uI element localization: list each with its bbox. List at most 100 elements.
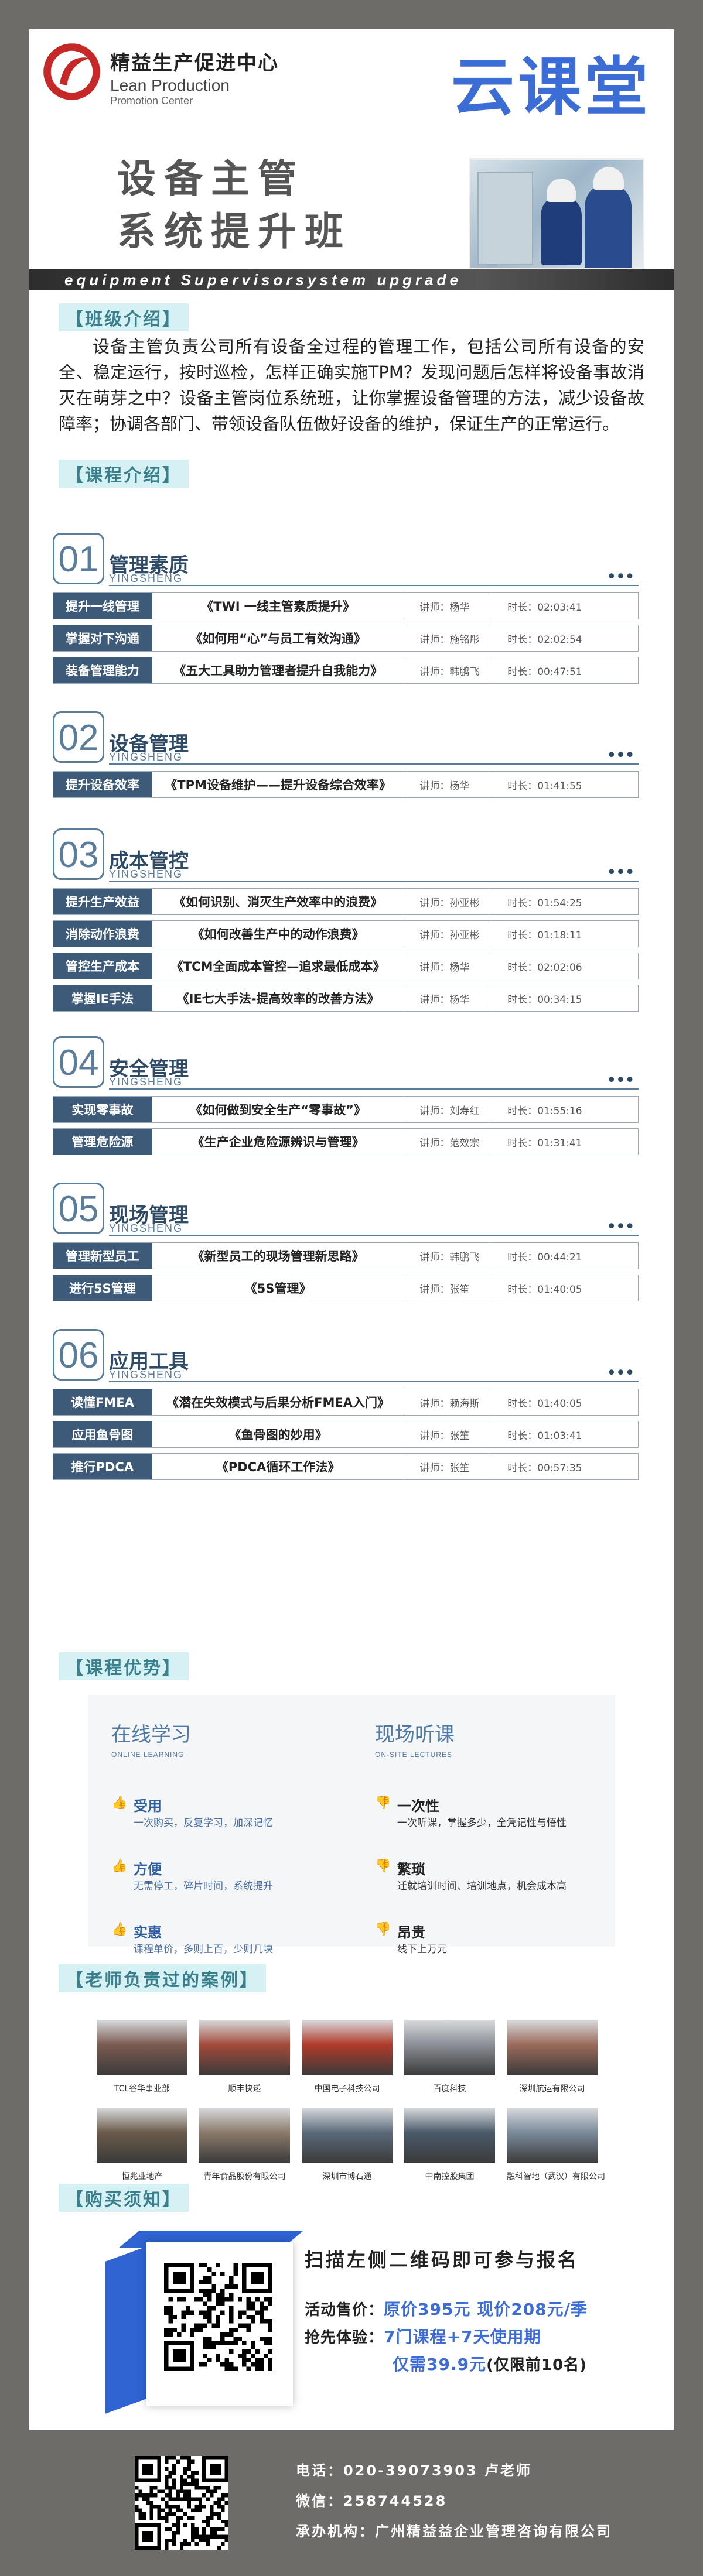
advantage-title: 受用	[134, 1798, 162, 1814]
course-teacher: 讲师：杨华	[404, 953, 492, 979]
course-tag: 管控生产成本	[53, 953, 152, 979]
case-photo	[404, 2020, 495, 2075]
course-teacher: 讲师：韩鹏飞	[404, 1243, 492, 1269]
course-row[interactable]: 读懂FMEA 《潜在失效模式与后果分析FMEA入门》 讲师：赖海斯 时长：01:…	[53, 1389, 639, 1416]
case-item: 顺丰快递	[199, 2020, 290, 2094]
advantages-tag: 【课程优势】	[59, 1652, 189, 1680]
course-tag: 读懂FMEA	[53, 1389, 152, 1415]
english-banner-text: equipment Supervisorsystem upgrade	[64, 271, 462, 289]
case-item: 青年食品股份有限公司	[199, 2108, 290, 2182]
course-name: 《TPM设备维护——提升设备综合效率》	[165, 778, 391, 792]
course-duration: 时长：00:47:51	[492, 657, 638, 683]
case-label: 中南控股集团	[425, 2172, 475, 2181]
hero-photo	[469, 158, 644, 269]
org-name-cn: 精益生产促进中心	[110, 52, 279, 75]
course-tag: 消除动作浪费	[53, 921, 152, 947]
online-column: 在线学习 ONLINE LEARNING 👍 受用 一次购买，反复学习，加深记忆…	[111, 1718, 334, 1955]
case-label: 深圳市博石通	[322, 2172, 372, 2181]
course-row[interactable]: 掌握对下沟通 《如何用“心”与员工有效沟通》 讲师：施铭彤 时长：02:02:5…	[53, 625, 639, 652]
contact-wechat: 微信：258744528	[296, 2493, 448, 2509]
course-name: 《TWI 一线主管素质提升》	[201, 600, 355, 614]
more-dots-icon: •••	[606, 1070, 635, 1091]
course-duration: 时长：01:31:41	[492, 1129, 638, 1155]
organizer: 承办机构：广州精益益企业管理咨询有限公司	[296, 2523, 612, 2540]
course-teacher: 讲师：施铭彤	[404, 625, 492, 651]
course-module: 05 现场管理 YINGSHENG ••• 管理新型员工 《新型员工的现场管理新…	[53, 1183, 639, 1307]
purchase-tag: 【购买须知】	[59, 2184, 189, 2212]
course-row[interactable]: 管理危险源 《生产企业危险源辨识与管理》 讲师：范效宗 时长：01:31:41	[53, 1128, 639, 1155]
advantage-desc: 一次听课，掌握多少，全凭记性与悟性	[397, 1817, 567, 1829]
advantage-desc: 一次购买，反复学习，加深记忆	[134, 1817, 273, 1829]
course-module: 04 安全管理 YINGSHENG ••• 实现零事故 《如何做到安全生产“零事…	[53, 1036, 639, 1160]
case-label: 青年食品股份有限公司	[203, 2172, 286, 2181]
course-teacher: 讲师：孙亚彬	[404, 921, 492, 947]
course-tag: 装备管理能力	[53, 657, 152, 683]
course-name: 《如何用“心”与员工有效沟通》	[190, 632, 366, 646]
course-teacher: 讲师：范效宗	[404, 1129, 492, 1155]
module-subtitle: YINGSHENG	[109, 868, 183, 880]
online-title: 在线学习	[111, 1723, 191, 1746]
course-teacher: 讲师：张笙	[404, 1421, 492, 1447]
course-tag: 提升生产效益	[53, 889, 152, 914]
advantage-desc: 课程单价，多则上百，少则几块	[134, 1944, 273, 1955]
module-subtitle: YINGSHENG	[109, 1076, 183, 1088]
course-teacher: 讲师：韩鹏飞	[404, 657, 492, 683]
course-teacher: 讲师：刘寿红	[404, 1097, 492, 1122]
intro-tag: 【班级介绍】	[59, 303, 189, 331]
course-row[interactable]: 提升生产效益 《如何识别、消灭生产效率中的浪费》 讲师：孙亚彬 时长：01:54…	[53, 888, 639, 915]
more-dots-icon: •••	[606, 567, 635, 587]
course-row[interactable]: 进行5S管理 《5S管理》 讲师：张笙 时长：01:40:05	[53, 1275, 639, 1301]
course-teacher: 讲师：杨华	[404, 772, 492, 797]
course-row[interactable]: 消除动作浪费 《如何改善生产中的动作浪费》 讲师：孙亚彬 时长：01:18:11	[53, 920, 639, 947]
course-name: 《新型员工的现场管理新思路》	[192, 1249, 364, 1263]
more-dots-icon: •••	[606, 745, 635, 766]
course-module: 03 成本管控 YINGSHENG ••• 提升生产效益 《如何识别、消灭生产效…	[53, 828, 639, 1017]
course-row[interactable]: 实现零事故 《如何做到安全生产“零事故”》 讲师：刘寿红 时长：01:55:16	[53, 1096, 639, 1123]
signup-qr-code[interactable]	[164, 2263, 272, 2371]
course-title-line1: 设备主管	[117, 156, 305, 201]
footer-qr-code[interactable]	[135, 2456, 228, 2550]
course-row[interactable]: 提升一线管理 《TWI 一线主管素质提升》 讲师：杨华 时长：02:03:41	[53, 592, 639, 619]
price-value: 原价395元 现价208元/季	[384, 2300, 588, 2319]
course-duration: 时长：00:57:35	[492, 1454, 638, 1479]
course-row[interactable]: 提升设备效率 《TPM设备维护——提升设备综合效率》 讲师：杨华 时长：01:4…	[53, 771, 639, 798]
course-row[interactable]: 管控生产成本 《TCM全面成本管控—追求最低成本》 讲师：杨华 时长：02:02…	[53, 953, 639, 979]
course-row[interactable]: 掌握IE手法 《IE七大手法-提高效率的改善方法》 讲师：杨华 时长：00:34…	[53, 985, 639, 1012]
course-tag: 提升一线管理	[53, 593, 152, 619]
online-title-en: ONLINE LEARNING	[111, 1751, 185, 1759]
case-item: 融科智地（武汉）有限公司	[507, 2108, 605, 2182]
thumbs-up-icon: 👍	[111, 1859, 128, 1873]
course-title: 设备主管 系统提升班	[117, 152, 352, 258]
module-number: 04	[53, 1036, 104, 1088]
page-card: 精益生产促进中心 Lean Production Promotion Cente…	[29, 29, 674, 2430]
org-name-en: Lean Production	[110, 76, 230, 94]
course-teacher: 讲师：杨华	[404, 593, 492, 619]
case-label: 深圳航运有限公司	[519, 2084, 585, 2094]
course-duration: 时长：02:03:41	[492, 593, 638, 619]
trial-price: 仅需39.9元	[393, 2355, 487, 2374]
course-row[interactable]: 管理新型员工 《新型员工的现场管理新思路》 讲师：韩鹏飞 时长：00:44:21	[53, 1242, 639, 1269]
case-item: 中国电子科技公司	[302, 2020, 393, 2094]
case-item: TCL谷华事业部	[97, 2020, 187, 2094]
course-tag: 应用鱼骨图	[53, 1421, 152, 1447]
cases-tag: 【老师负责过的案例】	[59, 1964, 266, 1992]
case-item: 深圳市博石通	[302, 2108, 393, 2182]
advantage-title: 繁琐	[397, 1861, 425, 1878]
price-line: 活动售价：原价395元 现价208元/季	[305, 2297, 588, 2320]
case-label: 融科智地（武汉）有限公司	[507, 2172, 605, 2181]
course-tag: 推行PDCA	[53, 1454, 152, 1479]
org-name-en-sub: Promotion Center	[110, 95, 193, 107]
course-duration: 时长：01:40:05	[492, 1275, 638, 1301]
advantage-title: 方便	[134, 1861, 162, 1878]
course-row[interactable]: 装备管理能力 《五大工具助力管理者提升自我能力》 讲师：韩鹏飞 时长：00:47…	[53, 657, 639, 684]
advantage-title: 昂贵	[397, 1924, 425, 1941]
case-label: 顺丰快递	[228, 2084, 261, 2094]
module-number: 06	[53, 1329, 104, 1381]
course-title-line2: 系统提升班	[117, 208, 352, 254]
course-row[interactable]: 推行PDCA 《PDCA循环工作法》 讲师：张笙 时长：00:57:35	[53, 1453, 639, 1480]
course-duration: 时长：00:44:21	[492, 1243, 638, 1269]
advantage-desc: 无需停工，碎片时间，系统提升	[134, 1880, 273, 1892]
course-row[interactable]: 应用鱼骨图 《鱼骨图的妙用》 讲师：张笙 时长：01:03:41	[53, 1421, 639, 1448]
course-name: 《生产企业危险源辨识与管理》	[192, 1135, 364, 1149]
lean-logo-icon	[43, 43, 100, 100]
